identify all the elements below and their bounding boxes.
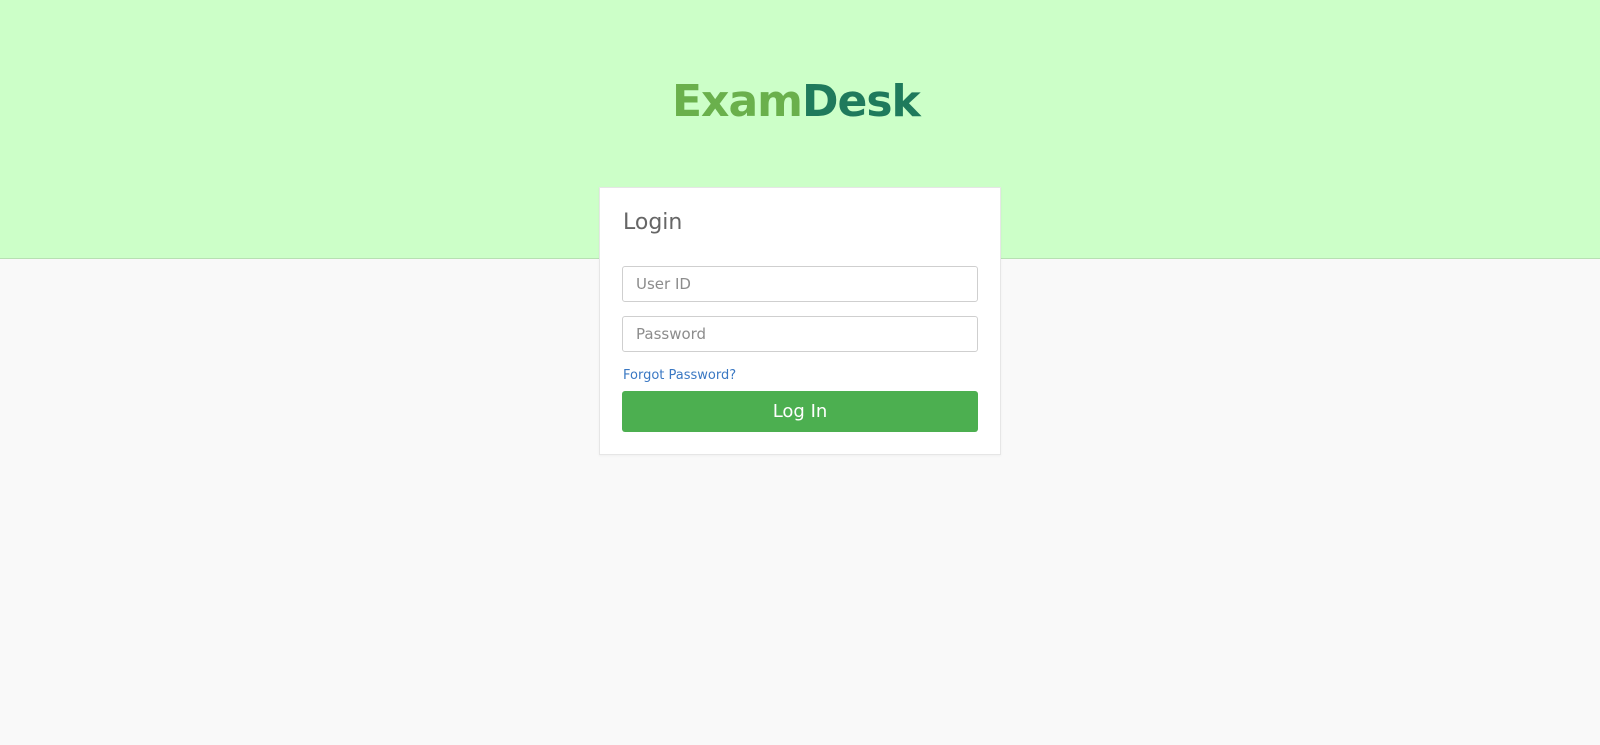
forgot-password-link[interactable]: Forgot Password? [623, 368, 736, 383]
login-card: Login Forgot Password? Log In [599, 187, 1001, 455]
log-in-button[interactable]: Log In [622, 391, 978, 432]
login-title: Login [623, 210, 683, 235]
examdesk-logo: ExamDesk [672, 78, 932, 122]
logo-text-exam: Exam [672, 78, 802, 122]
user-id-input[interactable] [622, 266, 978, 302]
svg-text:ExamDesk: ExamDesk [672, 78, 923, 122]
password-input[interactable] [622, 316, 978, 352]
logo-text-desk: Desk [802, 78, 923, 122]
